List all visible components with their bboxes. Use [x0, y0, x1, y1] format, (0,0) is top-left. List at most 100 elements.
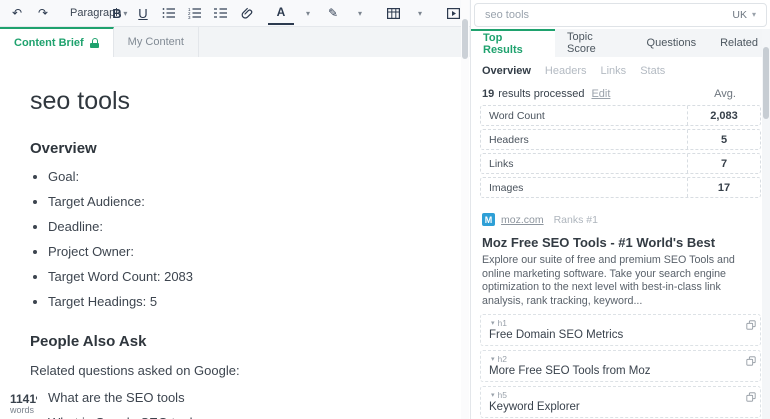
paragraph-style-select[interactable]: Paragraph ▾: [64, 2, 96, 24]
chevron-down-icon[interactable]: ▾: [491, 355, 495, 363]
subtab-links[interactable]: Links: [601, 65, 627, 77]
serp-result: M moz.com Ranks #1 Moz Free SEO Tools - …: [471, 201, 770, 314]
header-text: Keyword Explorer: [489, 401, 736, 413]
edit-results-link[interactable]: Edit: [591, 88, 610, 100]
copy-icon: [746, 320, 756, 330]
editor-scrollbar-thumb[interactable]: [462, 19, 468, 59]
text-color-button[interactable]: A: [268, 1, 294, 25]
metric-row-links: Links 7: [480, 153, 761, 174]
panel-tab-bar: Top Results Topic Score Questions Relate…: [471, 29, 770, 57]
underline-button[interactable]: U: [130, 2, 156, 24]
bullet-list-icon: [162, 7, 176, 19]
chevron-down-icon[interactable]: ▾: [358, 9, 362, 18]
table-icon: [387, 8, 400, 19]
results-summary: 19 results processed Edit Avg.: [471, 83, 770, 105]
highlight-color-button[interactable]: ✎: [320, 2, 346, 24]
metric-label: Headers: [481, 130, 687, 149]
link-button[interactable]: [234, 2, 260, 24]
chevron-down-icon[interactable]: ▾: [418, 9, 422, 18]
subtab-bar: Overview Headers Links Stats: [471, 57, 770, 83]
keyword-search-input[interactable]: [485, 9, 732, 21]
app-window: ↶ ↷ Paragraph ▾ B U 123 A ▾: [0, 0, 770, 419]
document-editor[interactable]: seo tools Overview Goal: Target Audience…: [0, 87, 470, 419]
metric-row-word-count: Word Count 2,083: [480, 105, 761, 126]
word-count-value: 1141: [10, 394, 36, 405]
chevron-down-icon[interactable]: ▾: [491, 391, 495, 399]
copy-button[interactable]: [746, 317, 756, 335]
header-item[interactable]: ▾h2 More Free SEO Tools from Moz: [480, 350, 761, 382]
serp-result-header: M moz.com Ranks #1: [482, 213, 759, 226]
lock-icon: [90, 38, 99, 48]
list-item: What are the SEO tools: [48, 390, 450, 405]
tab-my-content[interactable]: My Content: [114, 27, 199, 57]
serp-domain-link[interactable]: moz.com: [501, 214, 544, 226]
svg-text:3: 3: [188, 15, 191, 19]
list-item: Target Audience:: [48, 194, 450, 209]
chevron-down-icon[interactable]: ▾: [491, 319, 495, 327]
region-select[interactable]: UK ▾: [732, 9, 756, 21]
video-icon: [447, 8, 460, 19]
undo-button[interactable]: ↶: [4, 2, 30, 24]
tab-related[interactable]: Related: [708, 29, 770, 57]
list-item: Target Word Count: 2083: [48, 269, 450, 284]
bullet-list-button[interactable]: [156, 2, 182, 24]
metric-label: Word Count: [481, 106, 687, 125]
keyword-search-box[interactable]: UK ▾: [474, 3, 767, 27]
link-icon: [241, 7, 254, 20]
serp-rank-badge: Ranks #1: [554, 214, 598, 226]
redo-icon: ↷: [38, 6, 48, 20]
subtab-headers[interactable]: Headers: [545, 65, 587, 77]
panel-scrollbar-thumb[interactable]: [763, 47, 769, 119]
metric-row-headers: Headers 5: [480, 129, 761, 150]
header-item[interactable]: ▾h5 Keyword Explorer: [480, 386, 761, 418]
results-label: results processed: [498, 88, 584, 100]
task-list-button[interactable]: [208, 2, 234, 24]
tab-topic-score[interactable]: Topic Score: [555, 29, 635, 57]
bold-button[interactable]: B: [104, 2, 130, 24]
word-count: 1141 words: [10, 394, 36, 416]
numbered-list-button[interactable]: 123: [182, 2, 208, 24]
metric-value: 5: [687, 130, 760, 149]
header-text: Free Domain SEO Metrics: [489, 329, 736, 341]
subtab-stats[interactable]: Stats: [640, 65, 665, 77]
undo-icon: ↶: [12, 6, 22, 20]
tab-content-brief[interactable]: Content Brief: [0, 27, 114, 57]
region-label: UK: [732, 9, 747, 21]
task-list-icon: [214, 7, 228, 19]
panel-scrollbar[interactable]: [762, 29, 770, 419]
metric-label: Links: [481, 154, 687, 173]
paa-heading: People Also Ask: [30, 333, 450, 350]
overview-list: Goal: Target Audience: Deadline: Project…: [30, 169, 450, 309]
copy-button[interactable]: [746, 389, 756, 407]
chevron-down-icon[interactable]: ▾: [306, 9, 310, 18]
analysis-panel: UK ▾ Top Results Topic Score Questions R…: [470, 0, 770, 419]
table-button[interactable]: [380, 2, 406, 24]
list-item: Project Owner:: [48, 244, 450, 259]
chevron-down-icon: ▾: [752, 10, 756, 19]
tab-content-brief-label: Content Brief: [14, 37, 84, 49]
header-text: More Free SEO Tools from Moz: [489, 365, 736, 377]
header-item[interactable]: ▾h1 Free Domain SEO Metrics: [480, 314, 761, 346]
metric-row-images: Images 17: [480, 177, 761, 198]
tab-questions[interactable]: Questions: [635, 29, 709, 57]
tab-top-results[interactable]: Top Results: [471, 29, 555, 57]
document-tab-bar: Content Brief My Content: [0, 27, 470, 57]
list-item: Goal:: [48, 169, 450, 184]
results-count: 19: [482, 88, 494, 100]
list-item: Deadline:: [48, 219, 450, 234]
word-count-label: words: [10, 405, 36, 416]
highlighter-icon: ✎: [328, 6, 338, 20]
overview-heading: Overview: [30, 140, 450, 157]
numbered-list-icon: 123: [188, 7, 202, 19]
paa-list: What are the SEO tools What is Google SE…: [30, 390, 450, 419]
avg-column-header: Avg.: [689, 88, 761, 100]
search-row: UK ▾: [471, 0, 770, 29]
subtab-overview[interactable]: Overview: [482, 65, 531, 77]
editor-pane: ↶ ↷ Paragraph ▾ B U 123 A ▾: [0, 0, 470, 419]
copy-icon: [746, 356, 756, 366]
list-item: Target Headings: 5: [48, 294, 450, 309]
redo-button[interactable]: ↷: [30, 2, 56, 24]
moz-favicon-icon: M: [482, 213, 495, 226]
copy-button[interactable]: [746, 353, 756, 371]
editor-scrollbar[interactable]: [461, 0, 469, 419]
